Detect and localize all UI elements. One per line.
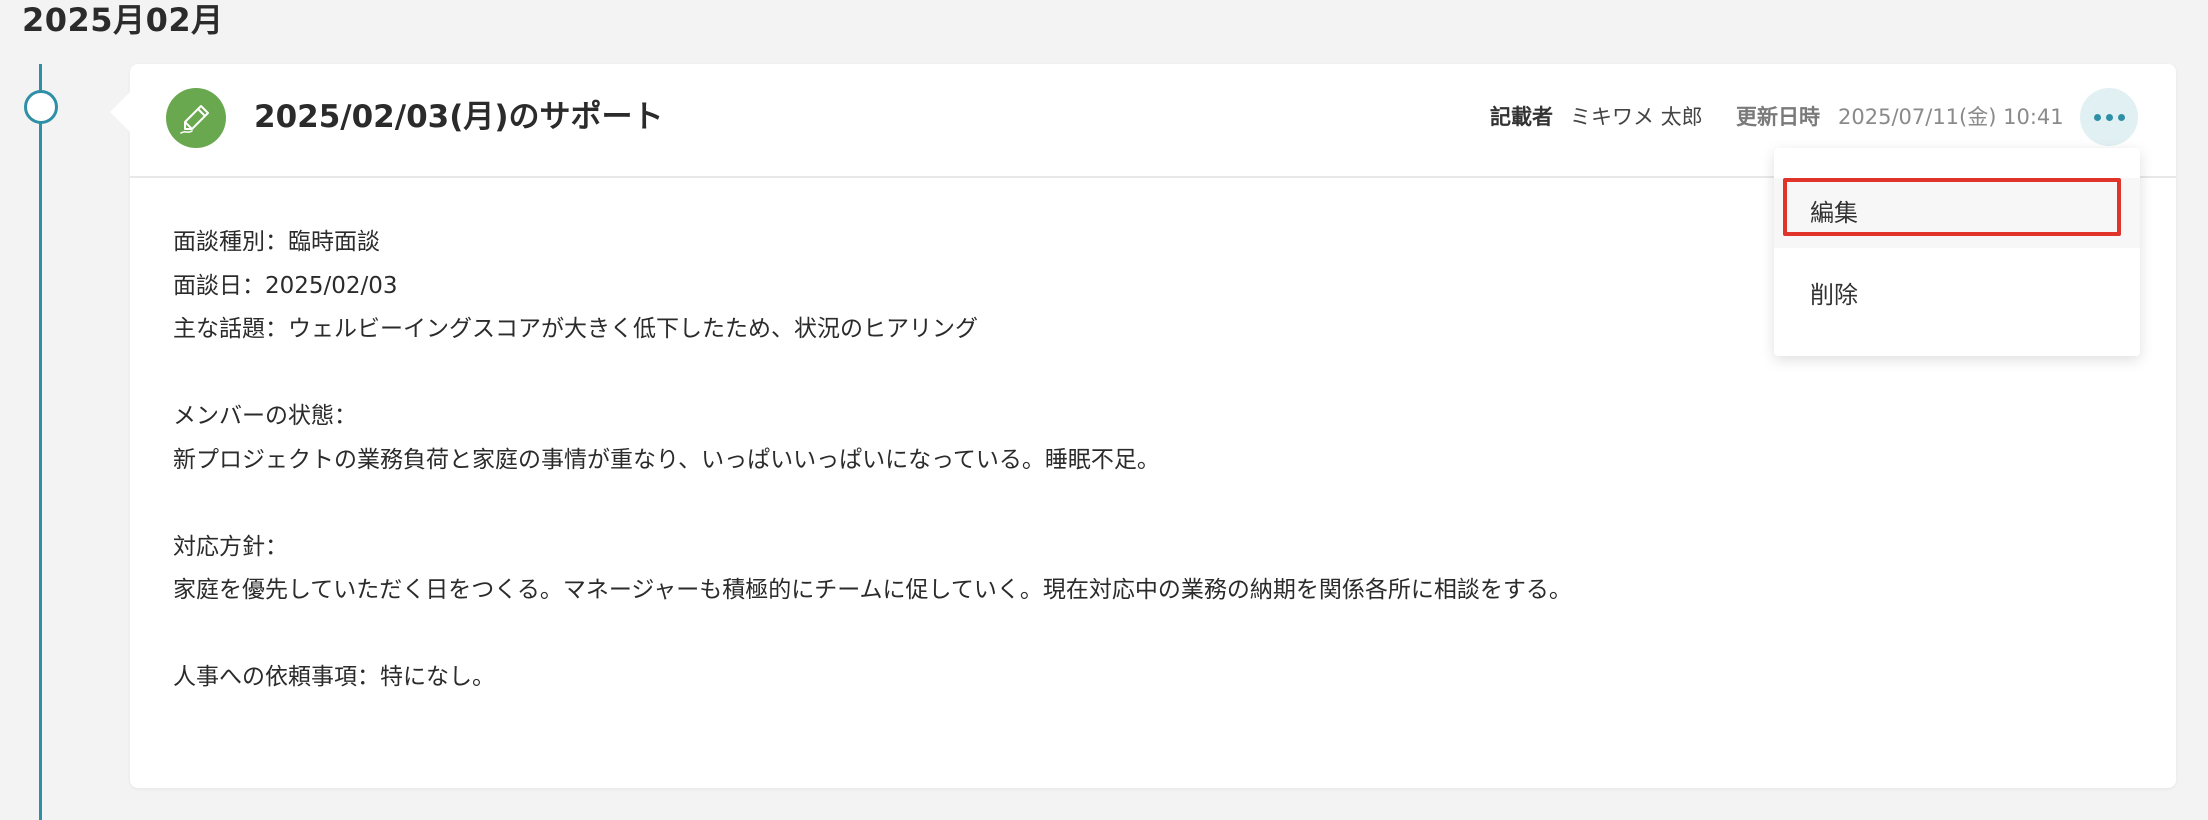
more-dot (2105, 113, 2113, 121)
body-line: 対応方針： (173, 533, 288, 560)
menu-item-delete[interactable]: 削除 (1774, 260, 2140, 330)
pencil-icon (166, 88, 226, 148)
more-options-button[interactable] (2080, 88, 2138, 146)
body-line: 家庭を優先していただく日をつくる。マネージャーも積極的にチームに促していく。現在… (173, 577, 1572, 603)
more-horizontal-icon (2093, 113, 2101, 121)
options-dropdown-menu: 編集 削除 (1774, 148, 2140, 356)
body-blank-line (173, 613, 2073, 657)
menu-item-label: 削除 (1810, 281, 1858, 309)
record-title: 2025/02/03(月)のサポート (254, 99, 664, 135)
card-pointer (110, 92, 130, 132)
more-dot (2117, 113, 2125, 121)
updated-label: 更新日時 (1736, 105, 1820, 129)
menu-item-label: 編集 (1810, 199, 1858, 227)
body-blank-line (173, 352, 2073, 396)
body-line: 人事への依頼事項：特になし。 (173, 664, 495, 690)
body-blank-line (173, 482, 2073, 526)
author-label: 記載者 (1490, 105, 1553, 129)
updated-datetime: 2025/07/11(金) 10:41 (1838, 105, 2064, 129)
timeline-line (39, 64, 42, 820)
timeline-node (24, 90, 58, 124)
body-line: 新プロジェクトの業務負荷と家庭の事情が重なり、いっぱいいっぱいになっている。睡眠… (173, 446, 1160, 473)
menu-item-edit[interactable]: 編集 (1774, 178, 2140, 248)
body-line: メンバーの状態： (173, 403, 357, 429)
author-name: ミキワメ 太郎 (1570, 105, 1703, 129)
month-heading: 2025月02月 (22, 1, 224, 39)
